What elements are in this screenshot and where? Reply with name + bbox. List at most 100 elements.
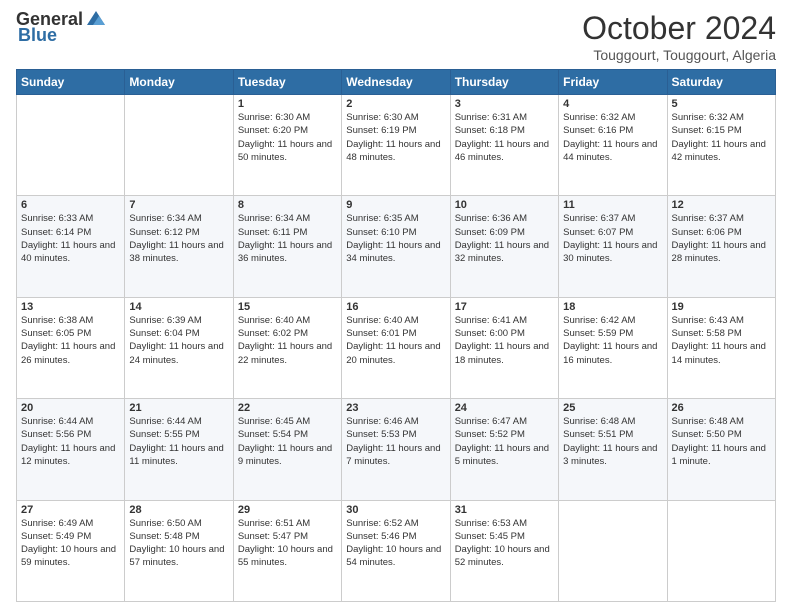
calendar-week-4: 20Sunrise: 6:44 AM Sunset: 5:56 PM Dayli… bbox=[17, 399, 776, 500]
day-number: 10 bbox=[455, 199, 554, 211]
calendar-week-1: 1Sunrise: 6:30 AM Sunset: 6:20 PM Daylig… bbox=[17, 95, 776, 196]
day-info: Sunrise: 6:44 AM Sunset: 5:55 PM Dayligh… bbox=[129, 415, 228, 468]
day-info: Sunrise: 6:50 AM Sunset: 5:48 PM Dayligh… bbox=[129, 517, 228, 570]
calendar-cell: 21Sunrise: 6:44 AM Sunset: 5:55 PM Dayli… bbox=[125, 399, 233, 500]
calendar-week-2: 6Sunrise: 6:33 AM Sunset: 6:14 PM Daylig… bbox=[17, 196, 776, 297]
day-info: Sunrise: 6:52 AM Sunset: 5:46 PM Dayligh… bbox=[346, 517, 445, 570]
day-info: Sunrise: 6:48 AM Sunset: 5:51 PM Dayligh… bbox=[563, 415, 662, 468]
calendar-header-monday: Monday bbox=[125, 70, 233, 95]
day-info: Sunrise: 6:34 AM Sunset: 6:11 PM Dayligh… bbox=[238, 212, 337, 265]
day-info: Sunrise: 6:32 AM Sunset: 6:16 PM Dayligh… bbox=[563, 111, 662, 164]
day-info: Sunrise: 6:32 AM Sunset: 6:15 PM Dayligh… bbox=[672, 111, 771, 164]
day-info: Sunrise: 6:42 AM Sunset: 5:59 PM Dayligh… bbox=[563, 314, 662, 367]
day-number: 14 bbox=[129, 301, 228, 313]
day-number: 2 bbox=[346, 98, 445, 110]
day-number: 6 bbox=[21, 199, 120, 211]
day-info: Sunrise: 6:53 AM Sunset: 5:45 PM Dayligh… bbox=[455, 517, 554, 570]
calendar-cell: 25Sunrise: 6:48 AM Sunset: 5:51 PM Dayli… bbox=[559, 399, 667, 500]
day-number: 28 bbox=[129, 504, 228, 516]
calendar-cell bbox=[559, 500, 667, 601]
day-info: Sunrise: 6:46 AM Sunset: 5:53 PM Dayligh… bbox=[346, 415, 445, 468]
day-number: 3 bbox=[455, 98, 554, 110]
day-info: Sunrise: 6:48 AM Sunset: 5:50 PM Dayligh… bbox=[672, 415, 771, 468]
day-number: 12 bbox=[672, 199, 771, 211]
calendar-cell: 20Sunrise: 6:44 AM Sunset: 5:56 PM Dayli… bbox=[17, 399, 125, 500]
day-number: 11 bbox=[563, 199, 662, 211]
day-number: 9 bbox=[346, 199, 445, 211]
day-number: 13 bbox=[21, 301, 120, 313]
logo-icon bbox=[85, 7, 107, 29]
day-number: 5 bbox=[672, 98, 771, 110]
calendar-cell: 1Sunrise: 6:30 AM Sunset: 6:20 PM Daylig… bbox=[233, 95, 341, 196]
day-number: 22 bbox=[238, 402, 337, 414]
day-info: Sunrise: 6:30 AM Sunset: 6:19 PM Dayligh… bbox=[346, 111, 445, 164]
month-title: October 2024 bbox=[582, 10, 776, 47]
day-number: 27 bbox=[21, 504, 120, 516]
day-number: 21 bbox=[129, 402, 228, 414]
day-number: 20 bbox=[21, 402, 120, 414]
day-info: Sunrise: 6:47 AM Sunset: 5:52 PM Dayligh… bbox=[455, 415, 554, 468]
day-number: 16 bbox=[346, 301, 445, 313]
day-number: 7 bbox=[129, 199, 228, 211]
calendar-cell: 5Sunrise: 6:32 AM Sunset: 6:15 PM Daylig… bbox=[667, 95, 775, 196]
calendar-cell: 9Sunrise: 6:35 AM Sunset: 6:10 PM Daylig… bbox=[342, 196, 450, 297]
calendar-cell: 18Sunrise: 6:42 AM Sunset: 5:59 PM Dayli… bbox=[559, 297, 667, 398]
logo: General Blue bbox=[16, 10, 107, 46]
calendar-header-saturday: Saturday bbox=[667, 70, 775, 95]
day-number: 19 bbox=[672, 301, 771, 313]
calendar-cell: 3Sunrise: 6:31 AM Sunset: 6:18 PM Daylig… bbox=[450, 95, 558, 196]
calendar-cell: 24Sunrise: 6:47 AM Sunset: 5:52 PM Dayli… bbox=[450, 399, 558, 500]
calendar-cell: 31Sunrise: 6:53 AM Sunset: 5:45 PM Dayli… bbox=[450, 500, 558, 601]
day-info: Sunrise: 6:33 AM Sunset: 6:14 PM Dayligh… bbox=[21, 212, 120, 265]
calendar-cell: 19Sunrise: 6:43 AM Sunset: 5:58 PM Dayli… bbox=[667, 297, 775, 398]
day-number: 1 bbox=[238, 98, 337, 110]
day-info: Sunrise: 6:30 AM Sunset: 6:20 PM Dayligh… bbox=[238, 111, 337, 164]
day-info: Sunrise: 6:51 AM Sunset: 5:47 PM Dayligh… bbox=[238, 517, 337, 570]
day-number: 17 bbox=[455, 301, 554, 313]
day-info: Sunrise: 6:40 AM Sunset: 6:01 PM Dayligh… bbox=[346, 314, 445, 367]
day-info: Sunrise: 6:45 AM Sunset: 5:54 PM Dayligh… bbox=[238, 415, 337, 468]
calendar-cell: 2Sunrise: 6:30 AM Sunset: 6:19 PM Daylig… bbox=[342, 95, 450, 196]
day-info: Sunrise: 6:37 AM Sunset: 6:07 PM Dayligh… bbox=[563, 212, 662, 265]
calendar-cell: 23Sunrise: 6:46 AM Sunset: 5:53 PM Dayli… bbox=[342, 399, 450, 500]
calendar-cell bbox=[667, 500, 775, 601]
calendar-cell bbox=[125, 95, 233, 196]
page: General Blue October 2024 Touggourt, Tou… bbox=[0, 0, 792, 612]
calendar-cell: 8Sunrise: 6:34 AM Sunset: 6:11 PM Daylig… bbox=[233, 196, 341, 297]
day-info: Sunrise: 6:36 AM Sunset: 6:09 PM Dayligh… bbox=[455, 212, 554, 265]
day-info: Sunrise: 6:43 AM Sunset: 5:58 PM Dayligh… bbox=[672, 314, 771, 367]
calendar: SundayMondayTuesdayWednesdayThursdayFrid… bbox=[16, 69, 776, 602]
day-number: 15 bbox=[238, 301, 337, 313]
day-info: Sunrise: 6:39 AM Sunset: 6:04 PM Dayligh… bbox=[129, 314, 228, 367]
calendar-cell: 27Sunrise: 6:49 AM Sunset: 5:49 PM Dayli… bbox=[17, 500, 125, 601]
day-number: 23 bbox=[346, 402, 445, 414]
calendar-week-5: 27Sunrise: 6:49 AM Sunset: 5:49 PM Dayli… bbox=[17, 500, 776, 601]
calendar-cell: 6Sunrise: 6:33 AM Sunset: 6:14 PM Daylig… bbox=[17, 196, 125, 297]
calendar-cell: 30Sunrise: 6:52 AM Sunset: 5:46 PM Dayli… bbox=[342, 500, 450, 601]
calendar-cell bbox=[17, 95, 125, 196]
header: General Blue October 2024 Touggourt, Tou… bbox=[16, 10, 776, 63]
day-number: 26 bbox=[672, 402, 771, 414]
day-number: 31 bbox=[455, 504, 554, 516]
title-block: October 2024 Touggourt, Touggourt, Alger… bbox=[582, 10, 776, 63]
calendar-cell: 4Sunrise: 6:32 AM Sunset: 6:16 PM Daylig… bbox=[559, 95, 667, 196]
day-number: 30 bbox=[346, 504, 445, 516]
calendar-cell: 10Sunrise: 6:36 AM Sunset: 6:09 PM Dayli… bbox=[450, 196, 558, 297]
day-number: 25 bbox=[563, 402, 662, 414]
calendar-header-tuesday: Tuesday bbox=[233, 70, 341, 95]
day-number: 4 bbox=[563, 98, 662, 110]
calendar-cell: 28Sunrise: 6:50 AM Sunset: 5:48 PM Dayli… bbox=[125, 500, 233, 601]
day-info: Sunrise: 6:41 AM Sunset: 6:00 PM Dayligh… bbox=[455, 314, 554, 367]
logo-blue: Blue bbox=[18, 26, 57, 46]
location: Touggourt, Touggourt, Algeria bbox=[582, 47, 776, 63]
calendar-header-friday: Friday bbox=[559, 70, 667, 95]
day-info: Sunrise: 6:37 AM Sunset: 6:06 PM Dayligh… bbox=[672, 212, 771, 265]
calendar-cell: 14Sunrise: 6:39 AM Sunset: 6:04 PM Dayli… bbox=[125, 297, 233, 398]
day-info: Sunrise: 6:38 AM Sunset: 6:05 PM Dayligh… bbox=[21, 314, 120, 367]
calendar-cell: 29Sunrise: 6:51 AM Sunset: 5:47 PM Dayli… bbox=[233, 500, 341, 601]
day-info: Sunrise: 6:34 AM Sunset: 6:12 PM Dayligh… bbox=[129, 212, 228, 265]
day-info: Sunrise: 6:49 AM Sunset: 5:49 PM Dayligh… bbox=[21, 517, 120, 570]
calendar-cell: 11Sunrise: 6:37 AM Sunset: 6:07 PM Dayli… bbox=[559, 196, 667, 297]
calendar-header-row: SundayMondayTuesdayWednesdayThursdayFrid… bbox=[17, 70, 776, 95]
day-info: Sunrise: 6:44 AM Sunset: 5:56 PM Dayligh… bbox=[21, 415, 120, 468]
